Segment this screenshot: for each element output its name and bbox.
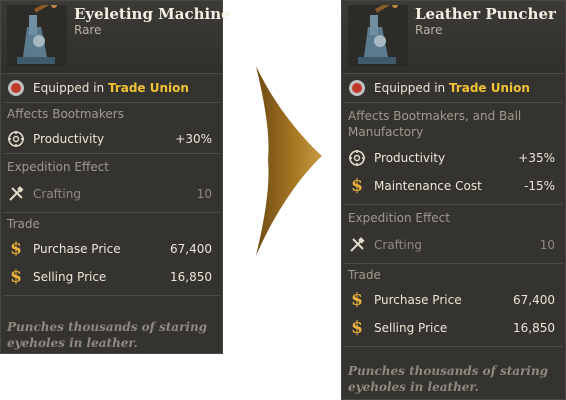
dollar-icon: $ (351, 318, 363, 338)
equipped-row: Equipped in Trade Union (1, 74, 222, 102)
expedition-value: 10 (196, 187, 212, 201)
item-rarity: Rare (74, 23, 102, 37)
trade-row-purchase: $ Purchase Price 67,400 (1, 235, 222, 263)
affects-line: Manufactory (348, 125, 424, 139)
flavor-line: Punches thousands of staring (348, 364, 549, 378)
machine-icon (7, 5, 67, 67)
stat-value: -15% (523, 179, 555, 193)
upgrade-arrow-icon (256, 66, 322, 256)
trade-header: Trade (348, 268, 381, 282)
trade-value: 16,850 (170, 270, 212, 284)
expedition-header: Expedition Effect (348, 211, 450, 225)
item-title: Eyeleting Machine (74, 5, 231, 23)
stat-label: Maintenance Cost (374, 179, 482, 193)
tooltip-header: Leather Puncher Rare (342, 1, 565, 74)
trade-header: Trade (7, 217, 40, 231)
dollar-icon: $ (10, 239, 22, 259)
item-rarity: Rare (415, 23, 443, 37)
stat-value: +30% (175, 132, 212, 146)
item-tooltip-eyeleting-machine: Eyeleting Machine Rare Equipped in Trade… (0, 0, 231, 354)
divider (3, 295, 220, 296)
dollar-icon: $ (10, 267, 22, 287)
flavor-line: Punches thousands of staring (7, 320, 208, 334)
expedition-header: Expedition Effect (7, 160, 109, 174)
trade-label: Selling Price (374, 321, 448, 335)
crafting-tools-icon (9, 186, 24, 201)
flavor-text: Punches thousands of staring eyeholes in… (348, 363, 548, 395)
trade-row-selling: $ Selling Price 16,850 (342, 314, 565, 342)
expedition-value: 10 (539, 238, 555, 252)
flavor-line: eyeholes in leather. (348, 380, 479, 394)
item-title: Leather Puncher (415, 5, 556, 23)
expedition-row-crafting: Crafting 10 (342, 231, 565, 259)
crest-icon (349, 80, 365, 96)
expedition-label: Crafting (33, 187, 81, 201)
affects-label: Affects Bootmakers (7, 107, 124, 121)
flavor-text: Punches thousands of staring eyeholes in… (7, 319, 207, 351)
expedition-label: Crafting (374, 238, 422, 252)
crest-icon (8, 80, 24, 96)
stat-row-productivity: Productivity +35% (342, 144, 565, 172)
crafting-tools-icon (350, 237, 365, 252)
dollar-icon: $ (351, 290, 363, 310)
equipped-label: Equipped in Trade Union (374, 81, 530, 95)
flavor-line: eyeholes in leather. (7, 336, 138, 350)
equipped-row: Equipped in Trade Union (342, 74, 565, 102)
stat-row-maintenance: $ Maintenance Cost -15% (342, 172, 565, 200)
equipped-location: Trade Union (107, 81, 189, 95)
item-tooltip-leather-puncher: Leather Puncher Rare Equipped in Trade U… (341, 0, 566, 400)
trade-label: Purchase Price (374, 293, 462, 307)
affects-label: Affects Bootmakers, and Ball Manufactory (342, 103, 565, 144)
stat-label: Productivity (374, 151, 446, 165)
equipped-location: Trade Union (448, 81, 530, 95)
machine-icon (348, 5, 408, 67)
trade-row-selling: $ Selling Price 16,850 (1, 263, 222, 291)
gear-icon (349, 150, 365, 166)
equipped-label: Equipped in Trade Union (33, 81, 189, 95)
stat-row-productivity: Productivity +30% (1, 125, 222, 153)
stat-value: +35% (518, 151, 555, 165)
dollar-icon: $ (351, 176, 363, 196)
tooltip-header: Eyeleting Machine Rare (1, 1, 231, 74)
divider (344, 346, 563, 347)
gear-icon (8, 131, 24, 147)
trade-label: Purchase Price (33, 242, 121, 256)
trade-value: 67,400 (513, 293, 555, 307)
trade-value: 67,400 (170, 242, 212, 256)
expedition-row-crafting: Crafting 10 (1, 180, 222, 208)
affects-line: Affects Bootmakers, and Ball (348, 109, 522, 123)
stat-label: Productivity (33, 132, 105, 146)
trade-label: Selling Price (33, 270, 107, 284)
trade-value: 16,850 (513, 321, 555, 335)
trade-row-purchase: $ Purchase Price 67,400 (342, 286, 565, 314)
